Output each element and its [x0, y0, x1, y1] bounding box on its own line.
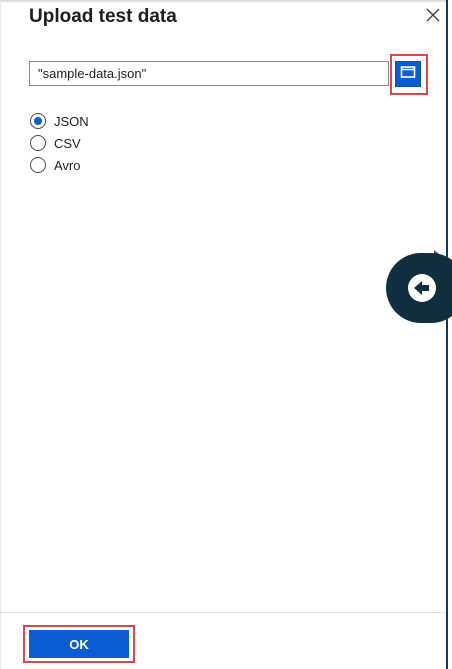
arrow-left-icon: [408, 274, 436, 302]
page-title: Upload test data: [29, 6, 177, 27]
radio-label-csv: CSV: [54, 135, 81, 151]
radio-json[interactable]: JSON: [30, 110, 89, 132]
folder-icon: [400, 65, 416, 84]
radio-label-json: JSON: [54, 113, 89, 129]
radio-selected-dot: [34, 117, 42, 125]
close-icon[interactable]: [424, 6, 442, 24]
left-edge: [0, 0, 1, 669]
radio-label-avro: Avro: [54, 157, 81, 173]
radio-button[interactable]: [30, 113, 46, 129]
radio-avro[interactable]: Avro: [30, 154, 89, 176]
browse-button[interactable]: [395, 61, 421, 87]
footer-divider: [0, 612, 446, 613]
right-strip: [448, 0, 452, 669]
top-shadow: [0, 0, 452, 3]
back-button[interactable]: [386, 253, 452, 323]
radio-button[interactable]: [30, 135, 46, 151]
ok-button[interactable]: OK: [29, 630, 129, 658]
format-radio-group: JSON CSV Avro: [30, 110, 89, 176]
radio-button[interactable]: [30, 157, 46, 173]
upload-test-data-panel: Upload test data JSON CSV Avr: [0, 0, 452, 669]
radio-csv[interactable]: CSV: [30, 132, 89, 154]
file-path-input[interactable]: [29, 61, 389, 86]
